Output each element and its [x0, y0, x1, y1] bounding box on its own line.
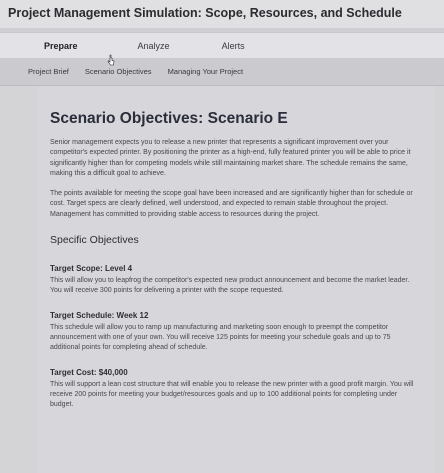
tab-prepare[interactable]: Prepare — [44, 41, 78, 51]
objective-text: This will support a lean cost structure … — [50, 380, 414, 409]
app-title: Project Management Simulation: Scope, Re… — [8, 6, 402, 20]
pointer-cursor-icon — [107, 54, 115, 66]
specific-objectives-heading: Specific Objectives — [50, 234, 139, 247]
sub-tab-bar: Project Brief Scenario Objectives Managi… — [0, 58, 444, 88]
objective-title: Target Cost: $40,000 — [50, 367, 128, 377]
subtab-managing-your-project[interactable]: Managing Your Project — [168, 61, 243, 82]
subtab-scenario-objectives[interactable]: Scenario Objectives — [78, 61, 158, 88]
objective-text: This will allow you to leapfrog the comp… — [50, 277, 410, 295]
objective-text: This schedule will allow you to ramp up … — [50, 323, 391, 352]
objective-title: Target Schedule: Week 12 — [50, 310, 149, 320]
tab-alerts[interactable]: Alerts — [222, 41, 245, 51]
intro-paragraph: Senior management expects you to release… — [50, 139, 411, 177]
title-bar: Project Management Simulation: Scope, Re… — [0, 0, 444, 28]
objective-schedule: Target Schedule: Week 12 This schedule w… — [50, 311, 422, 354]
subtab-project-brief[interactable]: Project Brief — [28, 61, 69, 82]
tab-analyze[interactable]: Analyze — [138, 41, 170, 51]
points-paragraph: The points available for meeting the sco… — [50, 190, 413, 218]
main-content: Scenario Objectives: Scenario E Senior m… — [38, 86, 434, 473]
main-tab-bar: Prepare Analyze Alerts — [0, 32, 444, 58]
objective-title: Target Scope: Level 4 — [50, 264, 133, 274]
objective-scope: Target Scope: Level 4 This will allow yo… — [50, 264, 422, 297]
objective-cost: Target Cost: $40,000 This will support a… — [50, 368, 422, 411]
page-title: Scenario Objectives: Scenario E — [50, 110, 288, 127]
